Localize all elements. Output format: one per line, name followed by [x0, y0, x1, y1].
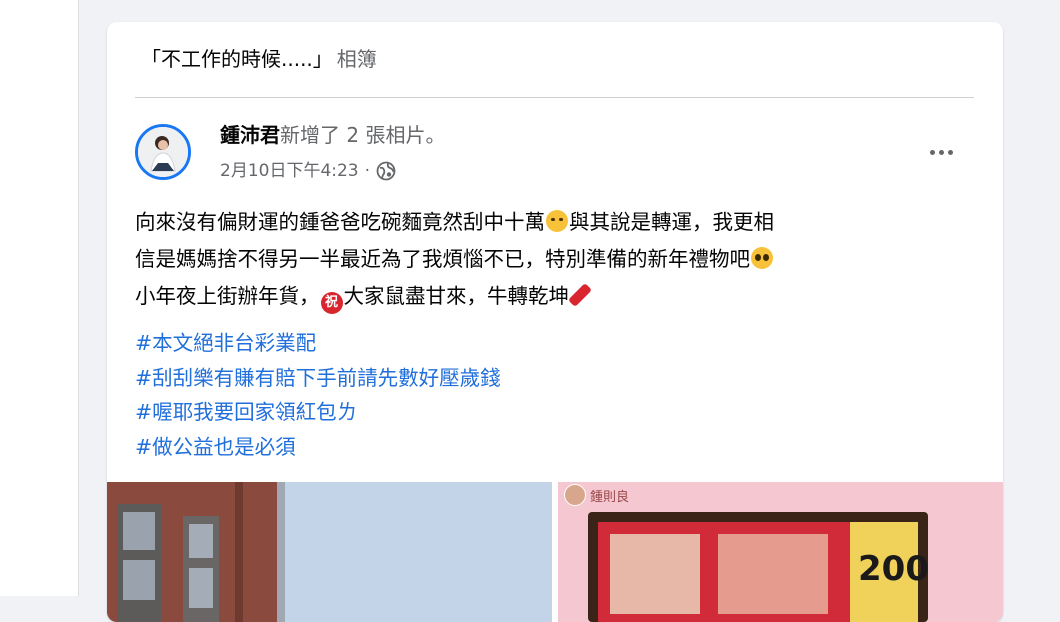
post-action-text: 新增了 2 張相片。	[280, 123, 446, 147]
post-text-line: 向來沒有偏財運的鍾爸爸吃碗麵竟然刮中十萬 與其說是轉運，我更相	[135, 204, 985, 241]
post-meta: 2月10日下午4:23 ·	[220, 158, 396, 184]
photo-caption: 鍾則良	[590, 490, 630, 505]
author-name-link[interactable]: 鍾沛君	[220, 123, 280, 147]
post-photo-right[interactable]: 200 鍾則良	[558, 482, 1003, 622]
post-text-line: 信是媽媽捨不得另一半最近為了我煩惱不已，特別準備的新年禮物吧	[135, 241, 985, 278]
more-options-icon[interactable]	[923, 138, 959, 166]
post-text-segment: 向來沒有偏財運的鍾爸爸吃碗麵竟然刮中十萬	[135, 210, 545, 234]
more-dot	[929, 149, 935, 155]
hashtag-link[interactable]: #做公益也是必須	[135, 430, 501, 465]
post-card: 「不工作的時候.....」 相簿 鍾沛君新增了 2 張相片。 2月10日下午4:2…	[107, 22, 1003, 622]
congratulations-emoji-icon: 祝	[320, 292, 343, 314]
post-body: 向來沒有偏財運的鍾爸爸吃碗麵竟然刮中十萬 與其說是轉運，我更相 信是媽媽捨不得另一…	[135, 204, 985, 315]
pensive-face-emoji-icon	[546, 210, 568, 232]
firecracker-emoji-icon	[567, 282, 593, 308]
more-dot	[947, 149, 953, 155]
post-text-segment: 與其說是轉運，我更相	[569, 210, 774, 234]
album-title[interactable]: 「不工作的時候.....」 相簿	[141, 44, 377, 74]
photo-avatar-icon	[564, 484, 586, 506]
post-photo-left[interactable]	[107, 482, 552, 622]
album-title-suffix: 相簿	[336, 47, 377, 71]
pleading-face-emoji-icon	[751, 247, 773, 269]
more-dot	[938, 149, 944, 155]
hashtag-link[interactable]: #本文絕非台彩業配	[135, 326, 501, 361]
globe-icon[interactable]	[376, 161, 396, 181]
left-sidebar-strip	[0, 0, 79, 596]
album-title-text[interactable]: 「不工作的時候.....」	[141, 47, 333, 71]
hashtag-list: #本文絕非台彩業配 #刮刮樂有賺有賠下手前請先數好壓歲錢 #喔耶我要回家領紅包ㄌ…	[135, 326, 501, 464]
meta-separator: ·	[364, 161, 371, 181]
hashtag-link[interactable]: #刮刮樂有賺有賠下手前請先數好壓歲錢	[135, 361, 501, 396]
post-text-segment: 大家鼠盡甘來，牛轉乾坤	[343, 284, 570, 308]
author-avatar[interactable]	[135, 124, 191, 180]
hashtag-link[interactable]: #喔耶我要回家領紅包ㄌ	[135, 395, 501, 430]
ticket-amount: 200	[858, 549, 929, 589]
post-text-segment: 信是媽媽捨不得另一半最近為了我煩惱不已，特別準備的新年禮物吧	[135, 247, 750, 271]
post-timestamp[interactable]: 2月10日下午4:23	[220, 158, 359, 184]
post-header-line: 鍾沛君新增了 2 張相片。	[220, 120, 445, 150]
divider	[135, 97, 974, 98]
post-text-segment: 小年夜上街辦年貨，	[135, 284, 320, 308]
post-text-line: 小年夜上街辦年貨，祝大家鼠盡甘來，牛轉乾坤	[135, 278, 985, 315]
